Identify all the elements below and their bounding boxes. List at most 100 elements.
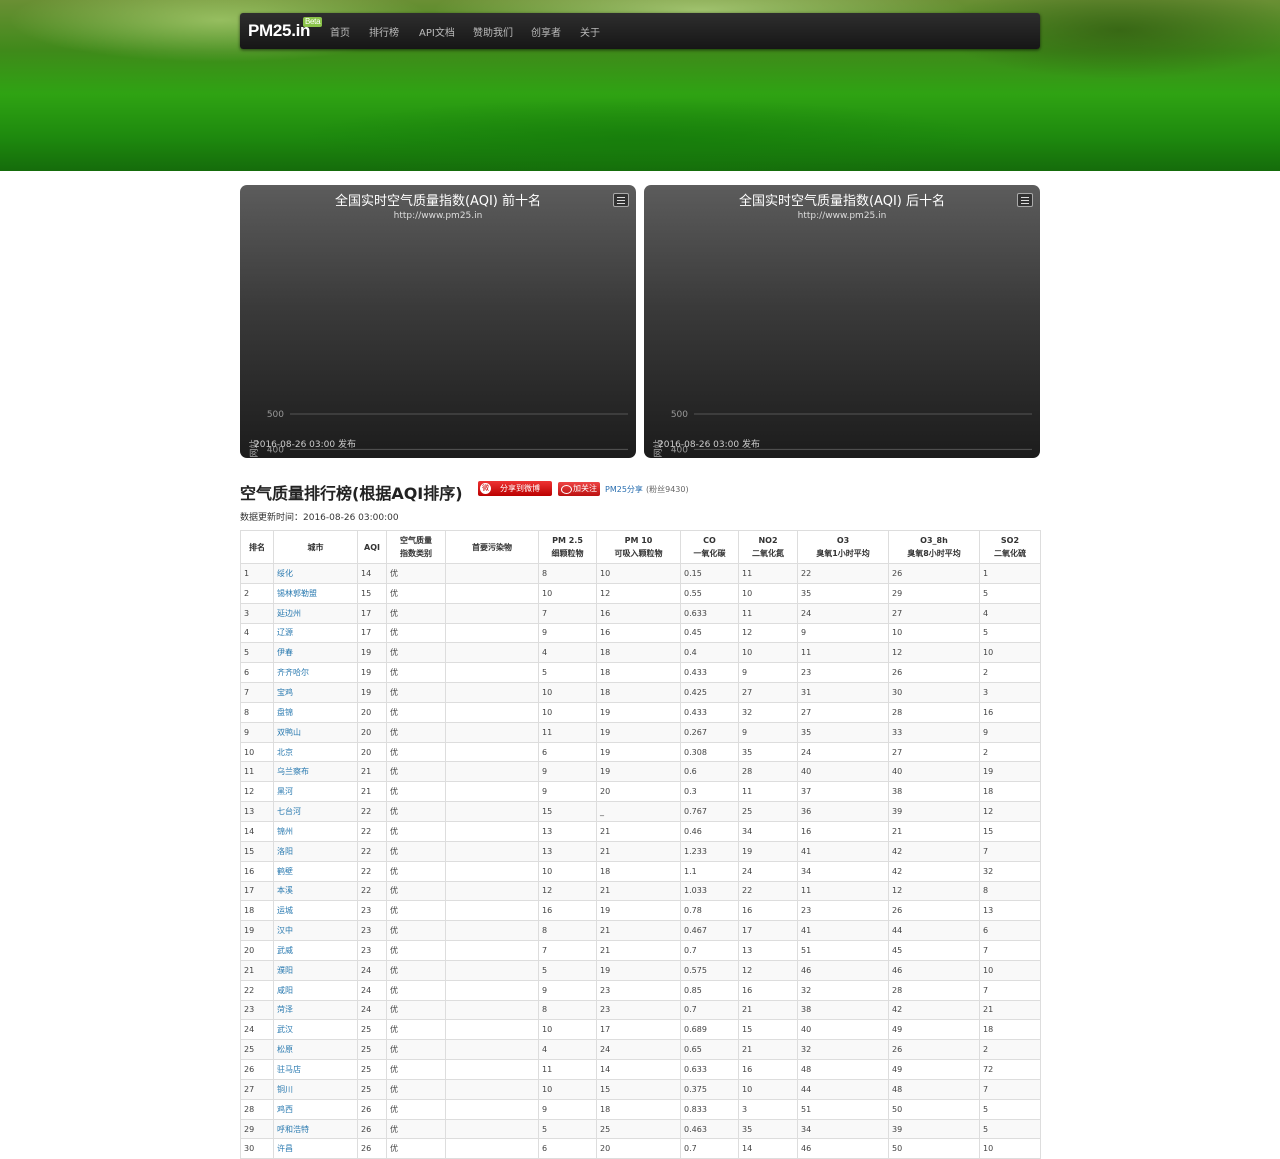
table-row: 18 运城 23 优 16 19 0.78 16 23 26 13	[240, 900, 1041, 922]
table-cell: 7	[240, 682, 274, 703]
table-cell	[445, 563, 539, 584]
city-link[interactable]: 铜川	[273, 1078, 358, 1100]
table-cell: 21	[596, 940, 681, 961]
table-cell: 7	[979, 940, 1041, 961]
table-cell: 8	[538, 999, 597, 1021]
table-cell: 9	[538, 622, 597, 644]
city-link[interactable]: 驻马店	[273, 1059, 358, 1080]
city-link[interactable]: 濮阳	[273, 959, 358, 981]
table-cell: 13	[538, 840, 597, 862]
table-cell: 19	[596, 721, 681, 743]
table-cell: 1	[979, 563, 1041, 584]
table-cell: 优	[386, 920, 446, 942]
city-link[interactable]: 绥化	[273, 563, 358, 584]
nav-about[interactable]: 关于	[580, 24, 600, 39]
city-link[interactable]: 本溪	[273, 880, 358, 902]
city-link[interactable]: 伊春	[273, 642, 358, 664]
city-link[interactable]: 菏泽	[273, 999, 358, 1021]
city-link[interactable]: 盘锦	[273, 701, 358, 723]
table-cell: 20	[357, 741, 387, 763]
city-link[interactable]: 许昌	[273, 1138, 358, 1159]
table-cell: 16	[240, 860, 274, 882]
city-link[interactable]: 运城	[273, 900, 358, 922]
table-cell: 4	[538, 1039, 597, 1061]
table-cell: 14	[357, 563, 387, 584]
table-cell: 18	[596, 642, 681, 664]
table-cell: 25	[596, 1118, 681, 1140]
table-cell: 18	[979, 781, 1041, 803]
table-cell: 9	[538, 1098, 597, 1120]
table-cell: 4	[979, 602, 1041, 624]
ranking-table: 排名 城市 AQI 空气质量 指数类别 首要污染物 PM 2.5 细颗粒物 PM 10 可吸入颗粒…	[240, 530, 1041, 1159]
city-link[interactable]: 武威	[273, 940, 358, 961]
table-cell: 25	[357, 1059, 387, 1080]
table-cell: 25	[357, 1019, 387, 1041]
table-row: 20 武威 23 优 7 21 0.7 13 51 45 7	[240, 940, 1041, 961]
nav-home[interactable]: 首页	[330, 24, 350, 39]
follow-account-link[interactable]: PM25分享	[605, 484, 643, 495]
chart-bottom10-svg: 全国实时空气质量指数(AQI) 后十名http://www.pm25.in数据来…	[652, 193, 1032, 458]
table-cell: 13	[979, 900, 1041, 922]
table-cell: 24	[596, 1039, 681, 1061]
city-link[interactable]: 武汉	[273, 1019, 358, 1041]
column-header-line: 二氧化硫	[994, 549, 1026, 558]
table-cell: 24	[240, 1019, 274, 1041]
nav-sponsor[interactable]: 赞助我们	[473, 24, 513, 39]
table-cell: 8	[240, 701, 274, 723]
table-cell: 51	[797, 1098, 889, 1120]
city-link[interactable]: 松原	[273, 1039, 358, 1061]
chart-menu-button[interactable]	[613, 193, 629, 207]
city-link[interactable]: 呼和浩特	[273, 1118, 358, 1140]
city-link[interactable]: 鹤壁	[273, 860, 358, 882]
table-cell: 16	[596, 622, 681, 644]
table-cell: 20	[596, 1138, 681, 1159]
table-cell	[445, 999, 539, 1021]
share-weibo-button[interactable]: 微 分享到微博	[478, 481, 552, 496]
city-link[interactable]: 汉中	[273, 920, 358, 942]
table-cell: 0.633	[680, 602, 739, 624]
city-link[interactable]: 锡林郭勒盟	[273, 582, 358, 604]
site-logo[interactable]: PM25.in Beta	[248, 17, 323, 41]
city-link[interactable]: 黑河	[273, 781, 358, 803]
city-link[interactable]: 延边州	[273, 602, 358, 624]
city-link[interactable]: 乌兰察布	[273, 761, 358, 783]
city-link[interactable]: 齐齐哈尔	[273, 662, 358, 684]
navbar: PM25.in Beta 首页 排行榜 API文档 赞助我们 创享者 关于	[240, 13, 1040, 49]
city-link[interactable]: 北京	[273, 741, 358, 763]
table-cell: 0.467	[680, 920, 739, 942]
city-link[interactable]: 锦州	[273, 820, 358, 842]
table-cell: 5	[538, 662, 597, 684]
table-cell: 0.7	[680, 1138, 739, 1159]
table-row: 4 辽源 17 优 9 16 0.45 12 9 10 5	[240, 622, 1041, 644]
city-link[interactable]: 双鸭山	[273, 721, 358, 743]
table-cell: 41	[797, 840, 889, 862]
chart-menu-button[interactable]	[1017, 193, 1033, 207]
city-link[interactable]: 鸡西	[273, 1098, 358, 1120]
city-link[interactable]: 辽源	[273, 622, 358, 644]
table-cell: 21	[888, 820, 980, 842]
nav-creators[interactable]: 创享者	[531, 24, 561, 39]
city-link[interactable]: 咸阳	[273, 979, 358, 1001]
table-cell: 13	[240, 801, 274, 822]
table-cell: 10	[979, 1138, 1041, 1159]
table-cell: 优	[386, 1078, 446, 1100]
table-cell	[445, 1118, 539, 1140]
city-link[interactable]: 七台河	[273, 801, 358, 822]
nav-ranking[interactable]: 排行榜	[369, 24, 399, 39]
table-cell: 22	[357, 840, 387, 862]
table-cell: 12	[596, 582, 681, 604]
nav-api-docs[interactable]: API文档	[419, 24, 455, 39]
table-row: 21 濮阳 24 优 5 19 0.575 12 46 46 10	[240, 959, 1041, 981]
table-cell: 42	[888, 840, 980, 862]
column-header: SO2 二氧化硫	[979, 530, 1041, 564]
table-cell: 28	[888, 701, 980, 723]
table-cell: 23	[357, 920, 387, 942]
city-link[interactable]: 洛阳	[273, 840, 358, 862]
city-link[interactable]: 宝鸡	[273, 682, 358, 703]
table-cell: 8	[538, 920, 597, 942]
table-cell	[445, 1078, 539, 1100]
table-cell: 12	[240, 781, 274, 803]
table-cell: 10	[738, 642, 798, 664]
table-cell: 22	[738, 880, 798, 902]
follow-button[interactable]: 加关注	[558, 482, 600, 496]
